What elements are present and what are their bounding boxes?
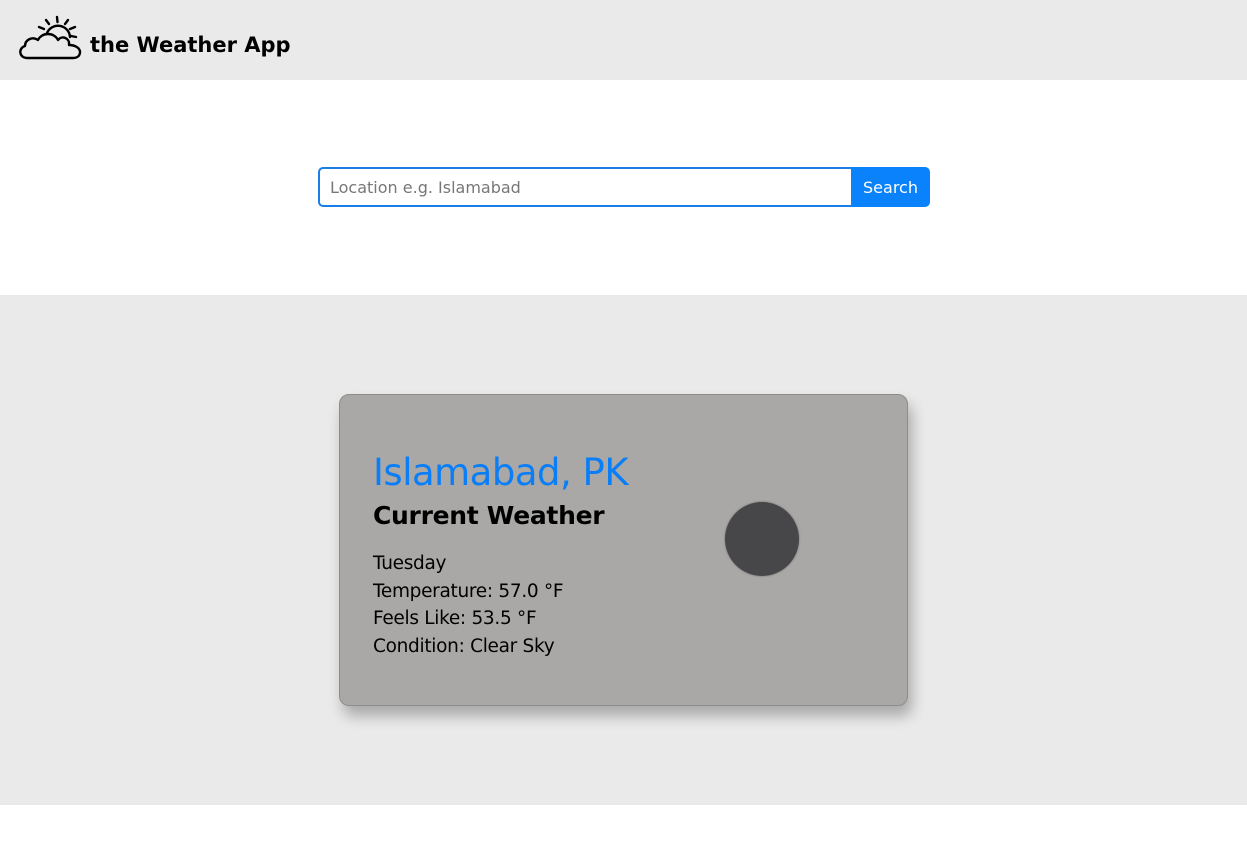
navbar: the Weather App xyxy=(0,0,1247,80)
weather-details: Tuesday Temperature: 57.0 °F Feels Like:… xyxy=(373,550,564,660)
location-search-input[interactable] xyxy=(318,167,851,207)
clear-sky-icon xyxy=(725,502,799,576)
weather-feels-like: Feels Like: 53.5 °F xyxy=(373,608,537,629)
weather-condition: Condition: Clear Sky xyxy=(373,635,555,657)
cloud-sun-icon xyxy=(19,15,82,60)
page-footer-space xyxy=(0,805,1247,851)
weather-section: Islamabad, PK Current Weather Tuesday Te… xyxy=(0,295,1247,805)
brand[interactable]: the Weather App xyxy=(17,15,291,61)
weather-card: Islamabad, PK Current Weather Tuesday Te… xyxy=(339,394,908,706)
app-title: the Weather App xyxy=(90,32,291,57)
weather-temperature: Temperature: 57.0 °F xyxy=(373,580,564,602)
weather-day: Tuesday xyxy=(373,553,447,574)
search-form: Search xyxy=(318,167,930,207)
current-weather-heading: Current Weather xyxy=(373,501,605,530)
search-section: Search xyxy=(0,80,1247,295)
location-title: Islamabad, PK xyxy=(373,451,629,494)
search-button[interactable]: Search xyxy=(851,167,930,207)
